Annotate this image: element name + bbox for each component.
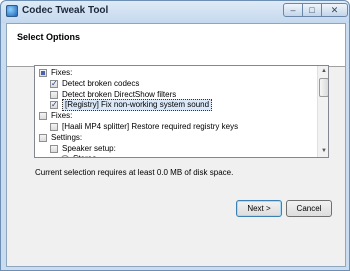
tree-item[interactable]: Fixes: bbox=[35, 68, 315, 78]
checkbox[interactable] bbox=[50, 90, 58, 99]
tree-scrollbar[interactable]: ▲ ▼ bbox=[317, 66, 328, 157]
disk-space-text: Current selection requires at least 0.0 … bbox=[35, 168, 234, 177]
options-tree[interactable]: Fixes:Detect broken codecsDetect broken … bbox=[34, 65, 329, 158]
checkbox[interactable] bbox=[50, 144, 58, 153]
radio-button[interactable] bbox=[61, 155, 69, 157]
checkbox[interactable] bbox=[50, 79, 58, 89]
next-button[interactable]: Next > bbox=[236, 200, 282, 217]
maximize-button[interactable]: □ bbox=[302, 3, 322, 17]
checkbox[interactable] bbox=[39, 133, 47, 142]
tree-item-label: Speaker setup: bbox=[62, 143, 116, 153]
checkbox[interactable] bbox=[50, 100, 58, 110]
tree-item[interactable]: Fixes: bbox=[35, 111, 315, 121]
main-window: Codec Tweak Tool – □ ✕ Select Options Fi… bbox=[0, 0, 350, 271]
window-title: Codec Tweak Tool bbox=[22, 5, 109, 16]
tree-item-label: [Haali MP4 splitter] Restore required re… bbox=[62, 122, 239, 131]
dialog-client: Select Options Fixes:Detect broken codec… bbox=[6, 23, 346, 267]
tree-item[interactable]: Detect broken DirectShow filters bbox=[35, 90, 315, 100]
tree-item[interactable]: Settings: bbox=[35, 133, 315, 143]
tree-item-label: Settings: bbox=[51, 132, 83, 142]
minimize-button[interactable]: – bbox=[283, 3, 303, 17]
title-bar[interactable]: Codec Tweak Tool – □ ✕ bbox=[1, 1, 349, 23]
scroll-down-icon[interactable]: ▼ bbox=[318, 146, 328, 157]
header-panel: Select Options bbox=[7, 24, 345, 67]
checkbox[interactable] bbox=[50, 123, 58, 131]
tree-item-label: Detect broken codecs bbox=[62, 78, 140, 88]
tree-item-label: [Registry] Fix non-working system sound bbox=[62, 99, 213, 112]
tree-item-label: Fixes: bbox=[51, 68, 73, 77]
tree-item[interactable]: Detect broken codecs bbox=[35, 79, 315, 89]
scroll-up-icon[interactable]: ▲ bbox=[318, 66, 328, 77]
scroll-thumb[interactable] bbox=[319, 78, 328, 97]
page-title: Select Options bbox=[17, 32, 81, 42]
tree-item[interactable]: Speaker setup: bbox=[35, 144, 315, 154]
cancel-button[interactable]: Cancel bbox=[286, 200, 332, 217]
close-button[interactable]: ✕ bbox=[321, 3, 348, 17]
tree-item-label: Detect broken DirectShow filters bbox=[62, 89, 177, 99]
checkbox[interactable] bbox=[39, 112, 47, 121]
tree-item-label: Fixes: bbox=[51, 111, 73, 121]
tree-item[interactable]: [Registry] Fix non-working system sound bbox=[35, 99, 315, 112]
app-icon bbox=[6, 5, 18, 17]
tree-item[interactable]: [Haali MP4 splitter] Restore required re… bbox=[35, 122, 315, 132]
tree-item[interactable]: Stereo bbox=[35, 154, 315, 157]
checkbox[interactable] bbox=[39, 69, 47, 77]
tree-item-label: Stereo bbox=[73, 154, 97, 157]
